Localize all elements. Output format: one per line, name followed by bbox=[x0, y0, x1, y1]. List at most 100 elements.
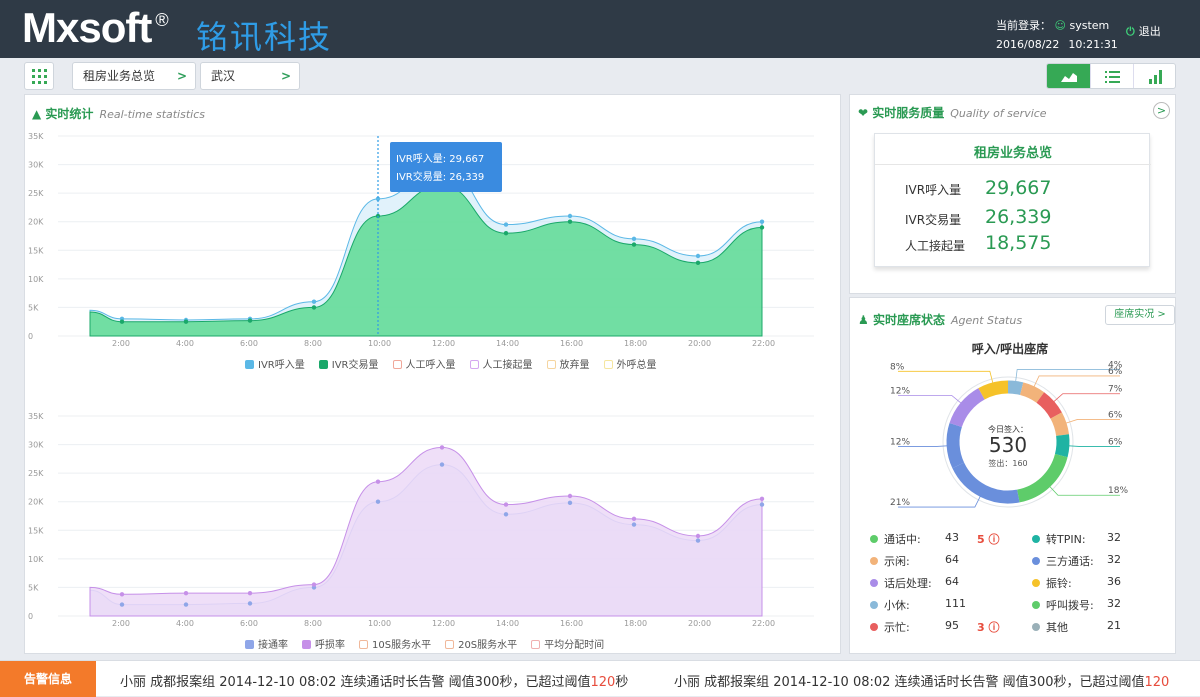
data-point[interactable] bbox=[439, 462, 445, 467]
data-point[interactable] bbox=[439, 445, 445, 450]
legend-swatch bbox=[445, 640, 455, 649]
agent-stat-row[interactable]: 其他 21 bbox=[1032, 619, 1200, 639]
legend-item[interactable]: 呼损率 bbox=[302, 636, 345, 651]
data-point[interactable] bbox=[375, 479, 381, 484]
list-view-button[interactable] bbox=[1090, 64, 1133, 88]
data-point[interactable] bbox=[759, 225, 765, 230]
legend-item[interactable]: 平均分配时间 bbox=[531, 636, 604, 651]
stat-label: 其他 bbox=[1046, 621, 1068, 634]
data-point[interactable] bbox=[311, 582, 317, 587]
seat-detail-button[interactable]: 座席实况 > bbox=[1105, 305, 1175, 325]
x-tick-label: 6:00 bbox=[240, 619, 258, 628]
data-point[interactable] bbox=[631, 522, 637, 527]
data-point[interactable] bbox=[503, 222, 509, 227]
breadcrumb-item-business[interactable]: 租房业务总览 > bbox=[72, 62, 196, 90]
data-point[interactable] bbox=[183, 319, 189, 324]
legend-item[interactable]: 放弃量 bbox=[546, 356, 590, 371]
quality-value-ivr-in: 29,667 bbox=[985, 177, 1052, 199]
breadcrumb-item-city[interactable]: 武汉 > bbox=[200, 62, 300, 90]
alert-item[interactable]: 小丽 成都报案组 2014-12-10 08:02 连续通话时长告警 阈值300… bbox=[674, 671, 1169, 690]
legend-item[interactable]: 外呼总量 bbox=[603, 356, 657, 371]
legend-item[interactable]: IVR交易量 bbox=[318, 356, 379, 371]
tooltip-line: IVR交易量: 26,339 bbox=[396, 170, 484, 183]
logout-button[interactable]: ⏻ 退出 bbox=[1126, 23, 1161, 39]
data-point[interactable] bbox=[119, 592, 125, 597]
legend-swatch bbox=[318, 360, 328, 369]
legend-label: 呼损率 bbox=[315, 640, 345, 651]
alert-count[interactable]: 3 ⓘ bbox=[977, 619, 999, 635]
data-point[interactable] bbox=[247, 318, 253, 323]
agent-stat-row[interactable]: 三方通话: 32 bbox=[1032, 553, 1200, 573]
data-point[interactable] bbox=[695, 260, 701, 266]
data-point[interactable] bbox=[503, 502, 509, 507]
data-point[interactable] bbox=[183, 602, 189, 607]
stat-label: 小休: bbox=[884, 599, 910, 612]
area-chart-view-button[interactable] bbox=[1047, 64, 1090, 88]
legend-item[interactable]: 人工呼入量 bbox=[392, 356, 456, 371]
alert-bar: 告警信息 小丽 成都报案组 2014-12-10 08:02 连续通话时长告警 … bbox=[0, 660, 1200, 697]
data-point[interactable] bbox=[631, 242, 637, 247]
quality-card: 租房业务总览 IVR呼入量 29,667 IVR交易量 26,339 人工接起量… bbox=[874, 133, 1151, 267]
realtime-title: ▲ 实时统计 Real-time statistics bbox=[32, 107, 205, 121]
legend-label: 平均分配时间 bbox=[544, 640, 605, 651]
bar-chart-icon bbox=[1149, 70, 1162, 84]
alert-item[interactable]: 小丽 成都报案组 2014-12-10 08:02 连续通话时长告警 阈值300… bbox=[120, 671, 628, 690]
donut-slice[interactable] bbox=[946, 422, 965, 469]
bar-chart-view-button[interactable] bbox=[1133, 64, 1175, 88]
data-point[interactable] bbox=[503, 230, 509, 236]
agent-stat-row[interactable]: 振铃: 36 bbox=[1032, 575, 1200, 595]
data-point[interactable] bbox=[247, 601, 253, 606]
x-tick-label: 18:00 bbox=[624, 619, 647, 628]
data-point[interactable] bbox=[567, 500, 573, 506]
data-point[interactable] bbox=[695, 538, 701, 543]
legend-swatch bbox=[546, 360, 556, 369]
donut-slice[interactable] bbox=[1054, 434, 1070, 458]
data-point[interactable] bbox=[119, 602, 125, 607]
data-point[interactable] bbox=[183, 590, 189, 596]
data-point[interactable] bbox=[311, 305, 317, 310]
data-point[interactable] bbox=[567, 213, 573, 219]
data-point[interactable] bbox=[695, 533, 701, 539]
data-point[interactable] bbox=[503, 512, 509, 517]
quality-label-manual: 人工接起量 bbox=[905, 239, 966, 253]
donut-center-sub: 签出：160 bbox=[988, 458, 1027, 468]
data-point[interactable] bbox=[759, 219, 765, 224]
x-tick-label: 10:00 bbox=[368, 619, 391, 628]
x-tick-label: 6:00 bbox=[240, 339, 258, 348]
x-tick-label: 14:00 bbox=[496, 339, 519, 348]
legend-item[interactable]: 人工接起量 bbox=[469, 356, 533, 371]
legend-label: 人工呼入量 bbox=[405, 360, 456, 371]
data-point[interactable] bbox=[631, 236, 637, 242]
data-point[interactable] bbox=[695, 253, 701, 259]
data-point[interactable] bbox=[759, 502, 765, 507]
donut-slice-label: 21% bbox=[890, 498, 910, 508]
legend-item[interactable]: 10S服务水平 bbox=[359, 636, 431, 651]
legend-item[interactable]: 20S服务水平 bbox=[445, 636, 517, 651]
x-tick-label: 14:00 bbox=[496, 619, 519, 628]
donut-slice-label: 6% bbox=[1108, 367, 1123, 377]
x-tick-label: 22:00 bbox=[752, 339, 775, 348]
alert-count[interactable]: 5 ⓘ bbox=[977, 531, 999, 547]
donut-slice[interactable] bbox=[1019, 382, 1045, 403]
data-point[interactable] bbox=[375, 499, 381, 504]
data-point[interactable] bbox=[247, 590, 253, 596]
donut-slice[interactable] bbox=[1007, 380, 1024, 396]
data-point[interactable] bbox=[759, 496, 765, 502]
legend-item[interactable]: 接通率 bbox=[245, 636, 288, 651]
data-point[interactable] bbox=[567, 493, 573, 499]
agent-stat-row[interactable]: 呼叫拨号: 32 bbox=[1032, 597, 1200, 617]
agent-stat-row[interactable]: 转TPIN: 32 bbox=[1032, 531, 1200, 551]
legend-label: 放弃量 bbox=[559, 360, 590, 371]
data-point[interactable] bbox=[311, 299, 317, 304]
grid-menu-button[interactable] bbox=[24, 62, 54, 90]
data-point[interactable] bbox=[631, 516, 637, 522]
login-label: 当前登录： bbox=[996, 19, 1051, 32]
donut-slice[interactable] bbox=[1050, 412, 1070, 437]
stat-label: 振铃: bbox=[1046, 577, 1072, 590]
legend-item[interactable]: IVR呼入量 bbox=[245, 356, 305, 371]
donut-slice[interactable] bbox=[978, 380, 1009, 400]
quality-expand-button[interactable]: > bbox=[1153, 102, 1170, 119]
legend-label: 20S服务水平 bbox=[458, 640, 518, 651]
data-point[interactable] bbox=[119, 319, 125, 324]
data-point[interactable] bbox=[567, 219, 573, 224]
